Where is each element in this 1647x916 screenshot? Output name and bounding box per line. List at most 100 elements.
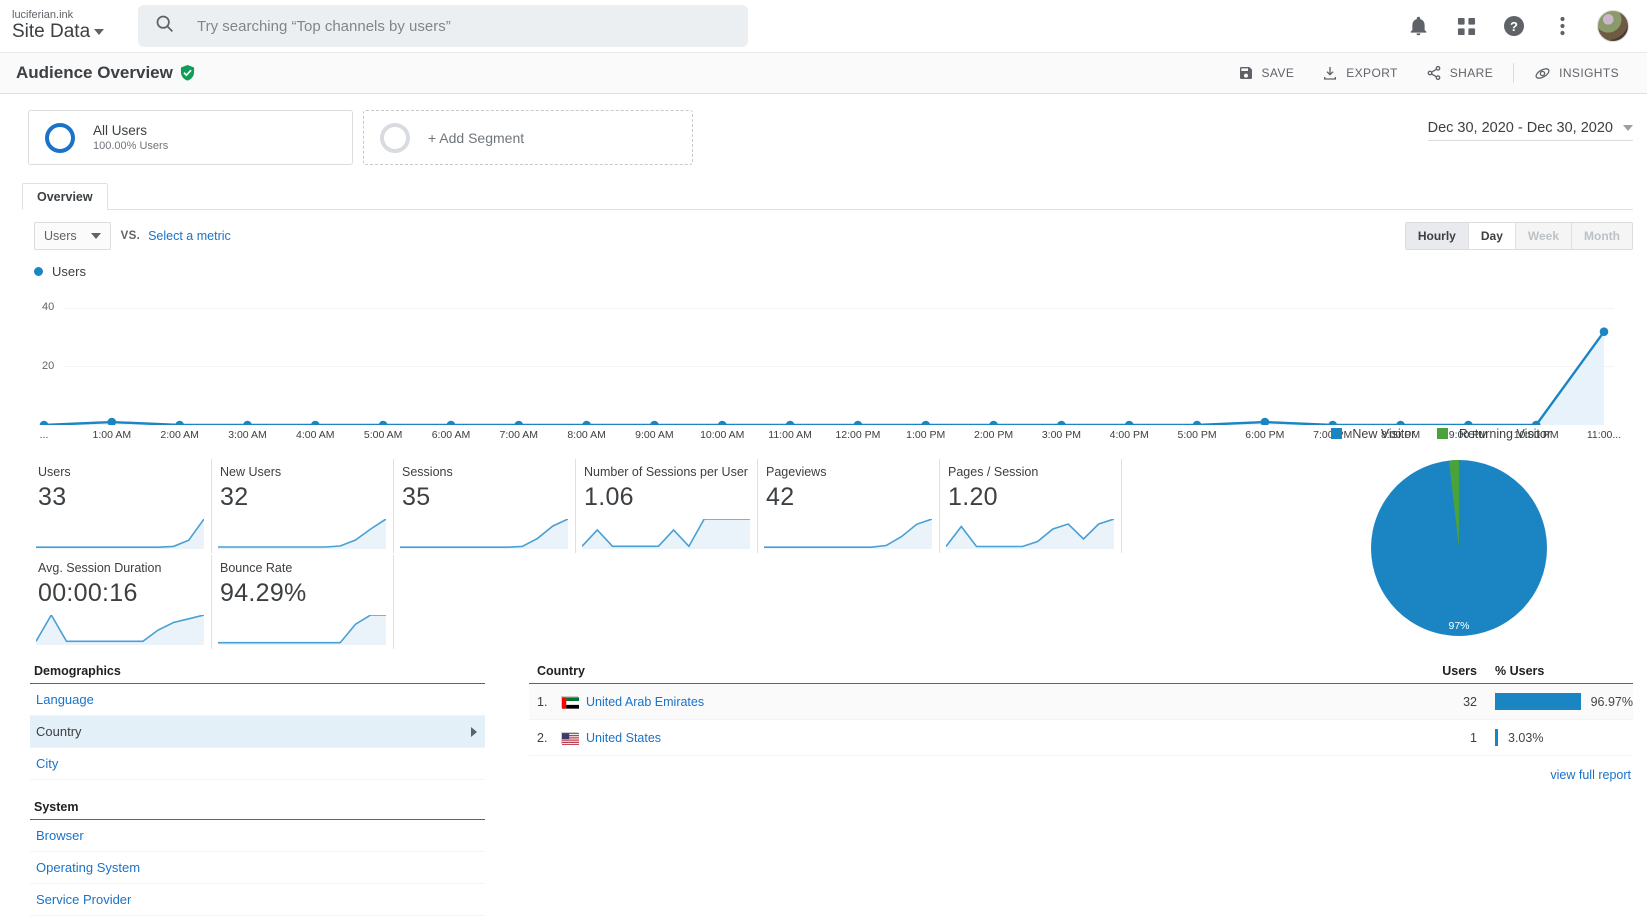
country-pct: 3.03% bbox=[1477, 729, 1633, 746]
tab-overview[interactable]: Overview bbox=[22, 183, 108, 210]
metric-card-label: Number of Sessions per User bbox=[584, 465, 757, 479]
sparkline bbox=[946, 519, 1114, 549]
share-label: SHARE bbox=[1450, 66, 1493, 80]
granularity-month[interactable]: Month bbox=[1572, 223, 1632, 249]
metric-card-value: 1.20 bbox=[948, 483, 1121, 512]
apps-grid-icon[interactable] bbox=[1453, 13, 1479, 39]
view-full-report-link[interactable]: view full report bbox=[529, 756, 1633, 782]
country-name[interactable]: United Arab Emirates bbox=[586, 695, 704, 709]
x-axis-tick: 9:00 AM bbox=[635, 429, 674, 441]
chart-controls: Users VS. Select a metric Hourly Day Wee… bbox=[34, 222, 1633, 250]
system-item-operating-system[interactable]: Operating System bbox=[30, 852, 485, 884]
x-axis-tick: 5:00 AM bbox=[364, 429, 403, 441]
granularity-day[interactable]: Day bbox=[1469, 223, 1516, 249]
metric-card[interactable]: Sessions35 bbox=[394, 459, 576, 553]
x-axis-tick: 12:00 PM bbox=[835, 429, 880, 441]
save-label: SAVE bbox=[1262, 66, 1295, 80]
col-country[interactable]: Country bbox=[537, 664, 585, 678]
table-row[interactable]: 1.United Arab Emirates3296.97% bbox=[529, 684, 1633, 720]
us-flag-icon bbox=[561, 732, 578, 744]
add-segment-button[interactable]: + Add Segment bbox=[363, 110, 693, 165]
demo-item-language[interactable]: Language bbox=[30, 684, 485, 716]
granularity-hourly[interactable]: Hourly bbox=[1406, 223, 1469, 249]
metric-card[interactable]: Bounce Rate94.29% bbox=[212, 555, 394, 649]
sparkline bbox=[400, 519, 568, 549]
metric-card[interactable]: New Users32 bbox=[212, 459, 394, 553]
metric-card-value: 94.29% bbox=[220, 579, 393, 608]
demographics-panel: Demographics Language Country City Syste… bbox=[30, 658, 485, 916]
demo-item-country-label: Country bbox=[36, 724, 82, 739]
metric-select[interactable]: Users bbox=[34, 222, 111, 250]
x-axis-tick: 6:00 AM bbox=[432, 429, 471, 441]
property-label: Site Data bbox=[12, 22, 90, 42]
pct-label: 96.97% bbox=[1591, 695, 1633, 709]
save-button[interactable]: SAVE bbox=[1224, 60, 1309, 86]
x-axis-tick: 7:00 AM bbox=[500, 429, 539, 441]
visitor-type-pie-chart[interactable]: 97% bbox=[1371, 460, 1547, 636]
metric-card[interactable]: Avg. Session Duration00:00:16 bbox=[30, 555, 212, 649]
country-pct: 96.97% bbox=[1477, 693, 1633, 710]
x-axis-tick: 4:00 AM bbox=[296, 429, 335, 441]
metric-card[interactable]: Number of Sessions per User 1.06 bbox=[576, 459, 758, 553]
search-input[interactable] bbox=[197, 18, 732, 35]
segment-bar: All Users 100.00% Users + Add Segment De… bbox=[0, 94, 1647, 165]
country-users: 32 bbox=[1393, 695, 1477, 709]
x-axis-tick: 8:00 AM bbox=[567, 429, 606, 441]
users-line-chart[interactable]: 40 20 bbox=[34, 285, 1633, 425]
bell-icon[interactable] bbox=[1405, 13, 1431, 39]
demo-item-country[interactable]: Country bbox=[30, 716, 485, 748]
search-icon bbox=[154, 13, 175, 39]
avatar[interactable] bbox=[1597, 10, 1629, 42]
select-a-metric-link[interactable]: Select a metric bbox=[148, 229, 231, 243]
bottom-panels: Demographics Language Country City Syste… bbox=[0, 658, 1647, 916]
pie-chart-svg bbox=[1371, 460, 1547, 636]
tab-bar: Overview bbox=[22, 183, 1633, 210]
col-users[interactable]: Users bbox=[1393, 664, 1477, 678]
x-axis-tick: 2:00 AM bbox=[160, 429, 199, 441]
system-item-browser[interactable]: Browser bbox=[30, 820, 485, 852]
country-name[interactable]: United States bbox=[586, 731, 661, 745]
chart-legend: Users bbox=[34, 264, 1647, 279]
legend-swatch-returning-visitor bbox=[1437, 428, 1448, 439]
property-name[interactable]: Site Data bbox=[12, 22, 112, 42]
account-selector[interactable]: luciferian.ink Site Data bbox=[12, 10, 112, 41]
metric-card-value: 32 bbox=[220, 483, 393, 512]
x-axis-tick: 3:00 PM bbox=[1042, 429, 1081, 441]
chevron-down-icon bbox=[91, 233, 101, 239]
metric-card-value: 1.06 bbox=[584, 483, 757, 512]
legend-new-visitor-label: New Visitor bbox=[1352, 427, 1415, 441]
more-vert-icon[interactable] bbox=[1549, 13, 1575, 39]
add-segment-ring-icon bbox=[380, 123, 410, 153]
help-icon[interactable]: ? bbox=[1501, 13, 1527, 39]
segment-all-users[interactable]: All Users 100.00% Users bbox=[28, 110, 353, 165]
legend-label-users: Users bbox=[52, 264, 86, 279]
pct-label: 3.03% bbox=[1508, 731, 1543, 745]
table-row[interactable]: 2.United States13.03% bbox=[529, 720, 1633, 756]
demo-item-language-label: Language bbox=[36, 692, 94, 707]
granularity-toggle: Hourly Day Week Month bbox=[1405, 222, 1633, 250]
verified-shield-icon bbox=[180, 65, 195, 81]
date-range-picker[interactable]: Dec 30, 2020 - Dec 30, 2020 bbox=[1428, 120, 1633, 141]
sparkline bbox=[218, 519, 386, 549]
insights-button[interactable]: INSIGHTS bbox=[1520, 60, 1633, 86]
sparkline bbox=[218, 615, 386, 645]
system-item-service-provider[interactable]: Service Provider bbox=[30, 884, 485, 916]
demo-item-city[interactable]: City bbox=[30, 748, 485, 780]
metric-card-label: Avg. Session Duration bbox=[38, 561, 211, 575]
col-pct-users[interactable]: % Users bbox=[1477, 664, 1633, 678]
export-label: EXPORT bbox=[1346, 66, 1398, 80]
metric-cards: Users33New Users32Sessions35Number of Se… bbox=[30, 459, 1150, 649]
x-axis-tick: 4:00 PM bbox=[1110, 429, 1149, 441]
metric-card[interactable]: Pages / Session1.20 bbox=[940, 459, 1122, 553]
search-bar[interactable] bbox=[138, 5, 748, 47]
granularity-week[interactable]: Week bbox=[1516, 223, 1572, 249]
export-button[interactable]: EXPORT bbox=[1308, 60, 1412, 86]
share-button[interactable]: SHARE bbox=[1412, 60, 1507, 86]
report-actions: SAVE EXPORT SHARE INSIGHTS bbox=[1224, 60, 1633, 86]
metric-card[interactable]: Users33 bbox=[30, 459, 212, 553]
metric-card-label: Sessions bbox=[402, 465, 575, 479]
metric-card[interactable]: Pageviews42 bbox=[758, 459, 940, 553]
system-item-browser-label: Browser bbox=[36, 828, 84, 843]
metric-select-label: Users bbox=[44, 229, 77, 243]
metric-card-value: 42 bbox=[766, 483, 939, 512]
